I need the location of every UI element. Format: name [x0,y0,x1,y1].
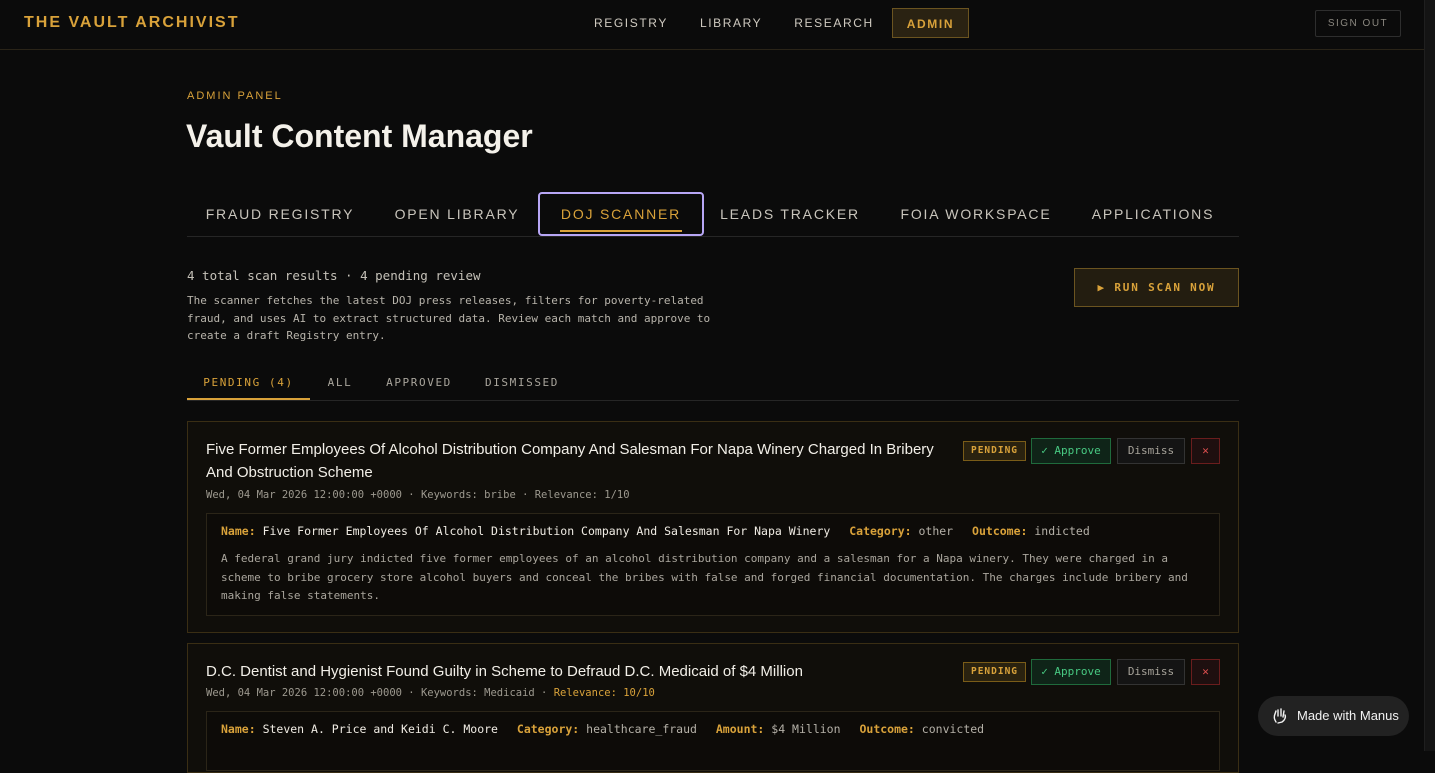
result-keywords: Keywords: Medicaid [420,687,535,699]
page-eyebrow: ADMIN PANEL [187,90,283,102]
delete-icon[interactable]: ✕ [1191,438,1220,464]
tab-open-library[interactable]: OPEN LIBRARY [383,192,531,236]
made-with-manus-badge[interactable]: Made with Manus [1258,696,1409,736]
admin-tabs: FRAUD REGISTRY OPEN LIBRARY DOJ SCANNER … [187,192,1239,237]
approve-button[interactable]: ✓ Approve [1031,659,1111,685]
field-label-name: Name: [221,722,256,736]
result-date: Wed, 04 Mar 2026 12:00:00 +0000 [206,687,402,699]
field-value-outcome: indicted [1034,524,1090,538]
field-label-outcome: Outcome: [859,722,915,736]
delete-icon[interactable]: ✕ [1191,659,1220,685]
manus-hand-icon [1273,708,1287,724]
result-relevance: Relevance: 1/10 [534,489,630,501]
extracted-data-panel: Name: Steven A. Price and Keidi C. Moore… [206,711,1220,771]
approve-button[interactable]: ✓ Approve [1031,438,1111,464]
field-label-outcome: Outcome: [972,524,1028,538]
result-title[interactable]: D.C. Dentist and Hygienist Found Guilty … [206,660,956,683]
filter-all[interactable]: ALL [318,368,362,400]
tab-foia-workspace[interactable]: FOIA WORKSPACE [887,192,1065,236]
page-title: Vault Content Manager [186,118,533,154]
page-scrollbar[interactable] [1424,0,1435,751]
scan-result-card: D.C. Dentist and Hygienist Found Guilty … [187,643,1239,773]
tab-doj-scanner[interactable]: DOJ SCANNER [538,192,704,236]
result-meta: Wed, 04 Mar 2026 12:00:00 +0000 · Keywor… [206,489,630,501]
filter-approved[interactable]: APPROVED [380,368,458,400]
dismiss-button[interactable]: Dismiss [1117,659,1185,685]
result-date: Wed, 04 Mar 2026 12:00:00 +0000 [206,489,402,501]
nav-admin[interactable]: ADMIN [891,8,970,38]
extracted-fields: Name: Steven A. Price and Keidi C. Moore… [221,722,996,736]
sign-out-button[interactable]: SIGN OUT [1315,10,1401,37]
result-meta: Wed, 04 Mar 2026 12:00:00 +0000 · Keywor… [206,687,655,699]
result-summary: A federal grand jury indicted five forme… [221,552,1188,602]
field-value-outcome: convicted [921,722,985,736]
field-value-name: Five Former Employees Of Alcohol Distrib… [262,524,831,538]
nav-registry[interactable]: REGISTRY [580,8,682,38]
made-with-manus-label: Made with Manus [1297,708,1399,723]
result-keywords: Keywords: bribe [420,489,516,501]
top-nav-bar: THE VAULT ARCHIVIST REGISTRY LIBRARY RES… [0,0,1424,50]
field-label-category: Category: [516,722,580,736]
field-label-name: Name: [221,524,256,538]
field-value-name: Steven A. Price and Keidi C. Moore [262,722,498,736]
scan-summary: 4 total scan results · 4 pending review [187,268,481,283]
tab-applications[interactable]: APPLICATIONS [1081,192,1225,236]
scan-result-card: Five Former Employees Of Alcohol Distrib… [187,421,1239,633]
result-title[interactable]: Five Former Employees Of Alcohol Distrib… [206,438,956,484]
main-nav: REGISTRY LIBRARY RESEARCH ADMIN [580,8,970,38]
status-badge: PENDING [963,662,1026,682]
field-label-category: Category: [849,524,912,538]
nav-library[interactable]: LIBRARY [686,8,776,38]
filter-pending[interactable]: PENDING (4) [187,368,310,400]
filter-dismissed[interactable]: DISMISSED [479,368,565,400]
field-label-amount: Amount: [715,722,765,736]
brand-logo[interactable]: THE VAULT ARCHIVIST [24,14,239,32]
nav-research[interactable]: RESEARCH [780,8,887,38]
run-scan-button[interactable]: ▶ RUN SCAN NOW [1074,268,1239,307]
status-badge: PENDING [963,441,1026,461]
status-filter-tabs: PENDING (4) ALL APPROVED DISMISSED [187,368,1239,401]
tab-fraud-registry[interactable]: FRAUD REGISTRY [187,192,373,236]
field-value-category: healthcare_fraud [586,722,697,736]
extracted-data-panel: Name: Five Former Employees Of Alcohol D… [206,513,1220,616]
result-relevance: Relevance: 10/10 [553,687,655,699]
dismiss-button[interactable]: Dismiss [1117,438,1185,464]
field-value-category: other [918,524,954,538]
field-value-amount: $4 Million [771,722,841,736]
tab-leads-tracker[interactable]: LEADS TRACKER [711,192,869,236]
extracted-fields: Name: Five Former Employees Of Alcohol D… [221,524,1102,538]
scanner-description: The scanner fetches the latest DOJ press… [187,294,711,342]
